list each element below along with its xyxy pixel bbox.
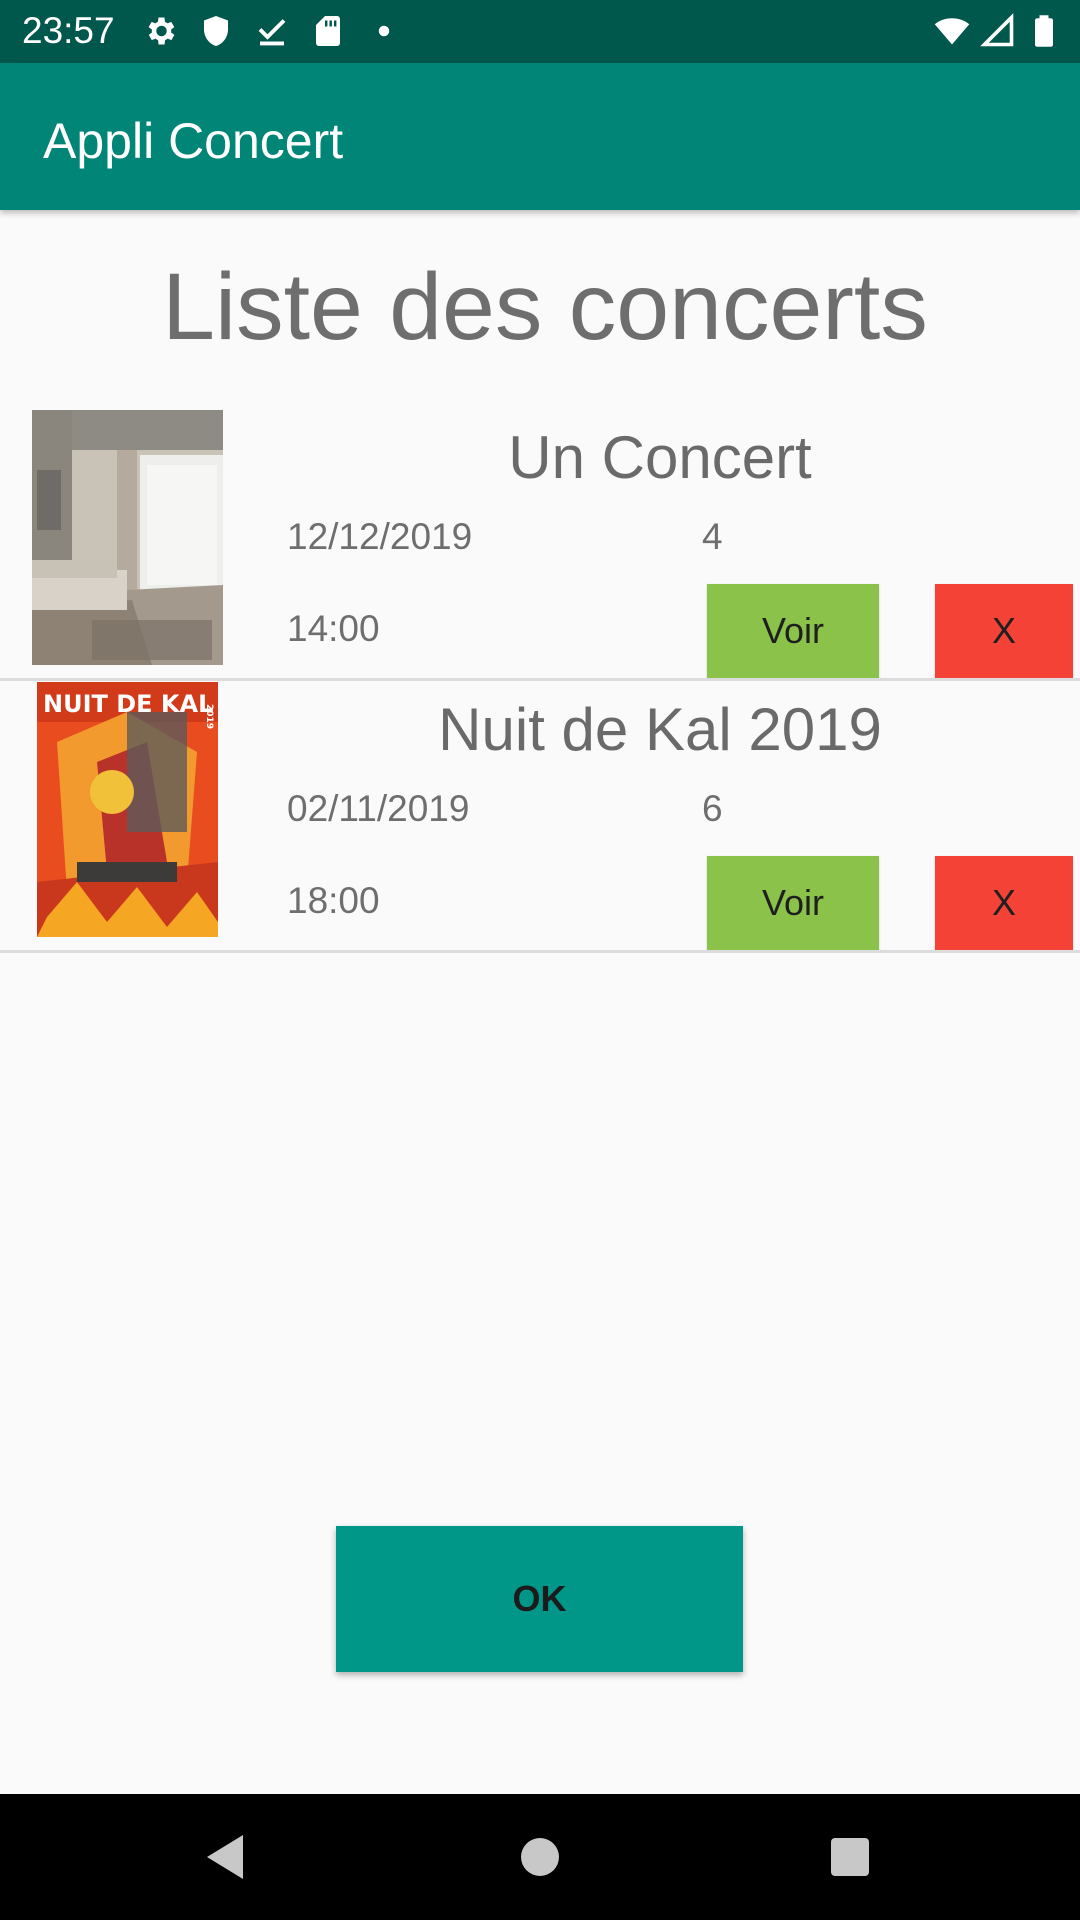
list-item: Un Concert 12/12/2019 4 14:00 Voir X — [0, 409, 1080, 681]
concert-count: 6 — [702, 788, 723, 829]
wifi-icon — [934, 13, 970, 49]
concert-image: NUIT DE KAL 2019 — [37, 682, 218, 937]
status-bar: 23:57 — [0, 0, 1080, 63]
status-icons-right — [934, 13, 1062, 49]
status-icons-left — [142, 13, 402, 49]
app-title: Appli Concert — [43, 113, 344, 169]
dot-icon — [366, 13, 402, 49]
view-button[interactable]: Voir — [707, 584, 879, 678]
concert-count: 4 — [702, 516, 723, 557]
status-time: 23:57 — [22, 10, 115, 51]
concert-date: 02/11/2019 — [287, 788, 470, 829]
list-item: NUIT DE KAL 2019 Nuit de Kal 2019 02/11/… — [0, 681, 1080, 953]
concert-name: Un Concert — [508, 424, 812, 491]
settings-icon — [142, 13, 178, 49]
app-bar: Appli Concert — [0, 63, 1080, 210]
concert-date: 12/12/2019 — [287, 516, 473, 557]
back-icon[interactable] — [195, 1827, 255, 1887]
concert-image — [32, 410, 223, 665]
shield-icon — [198, 13, 234, 49]
download-done-icon — [254, 13, 290, 49]
concert-name: Nuit de Kal 2019 — [438, 696, 882, 763]
signal-icon — [980, 13, 1016, 49]
delete-button[interactable]: X — [935, 856, 1073, 950]
concert-time: 14:00 — [287, 608, 380, 649]
recents-icon[interactable] — [820, 1827, 880, 1887]
delete-button[interactable]: X — [935, 584, 1073, 678]
home-icon[interactable] — [510, 1827, 570, 1887]
page-title: Liste des concerts — [162, 254, 928, 360]
ok-button[interactable]: OK — [336, 1526, 743, 1672]
row-divider — [0, 950, 1080, 953]
svg-text:2019: 2019 — [204, 704, 214, 729]
navigation-bar — [0, 1794, 1080, 1920]
sd-card-icon — [310, 13, 346, 49]
view-button[interactable]: Voir — [707, 856, 879, 950]
battery-icon — [1026, 13, 1062, 49]
poster-title: NUIT DE KAL — [43, 690, 213, 718]
concert-time: 18:00 — [287, 880, 380, 921]
